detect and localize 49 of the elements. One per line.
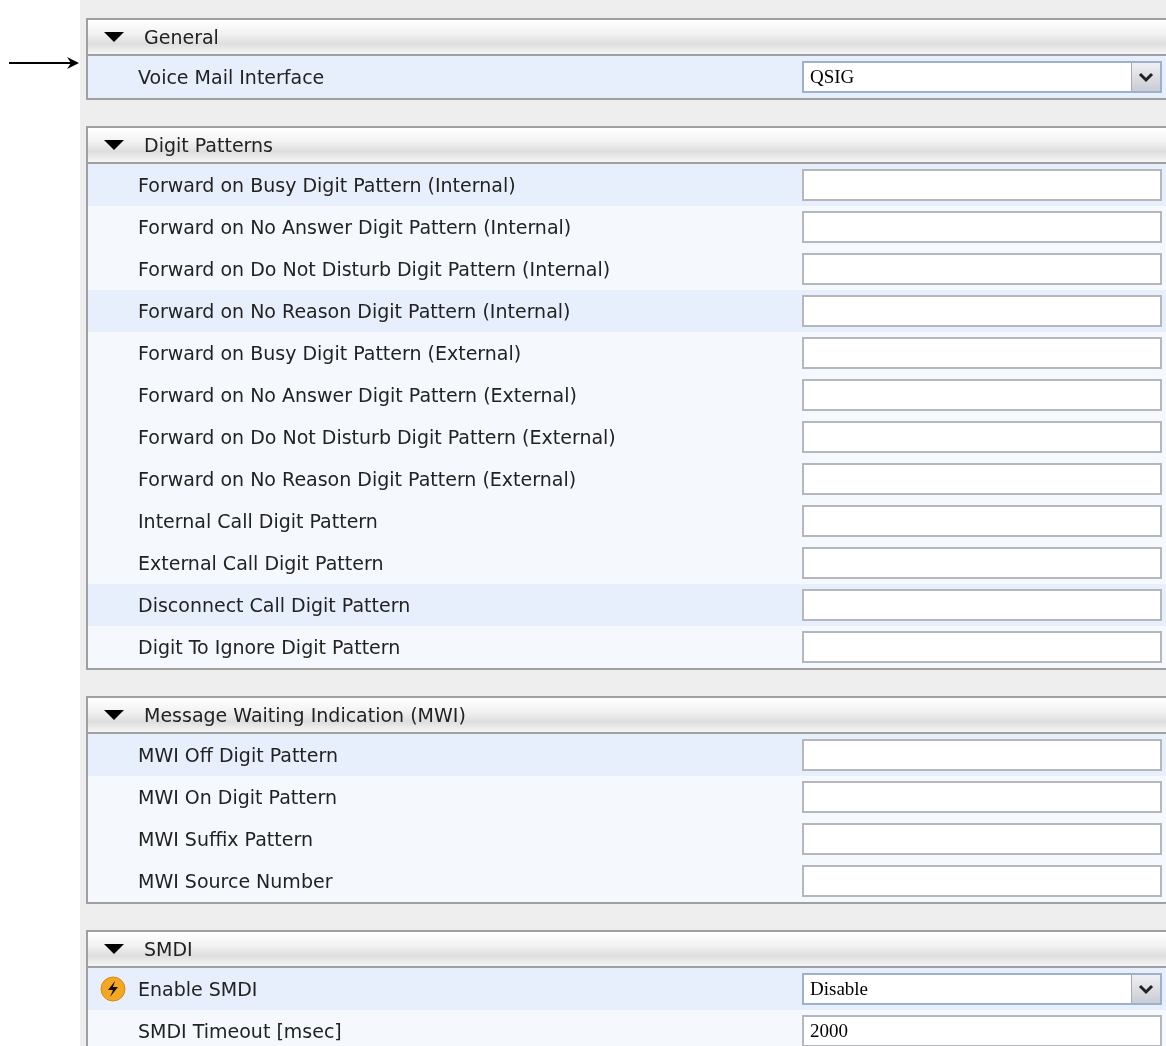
field-label: SMDI Timeout [msec] [138, 1020, 343, 1042]
field-label: Enable SMDI [138, 978, 259, 1000]
caret-icon [104, 710, 124, 720]
input-field[interactable] [802, 463, 1162, 495]
input-field[interactable] [802, 169, 1162, 201]
chevron-down-icon [1138, 983, 1154, 995]
input-field[interactable] [802, 337, 1162, 369]
input-field[interactable] [802, 505, 1162, 537]
input-field[interactable] [802, 379, 1162, 411]
section-header[interactable]: Digit Patterns [88, 128, 1166, 164]
field-label: External Call Digit Pattern [138, 552, 385, 574]
input-field[interactable] [802, 823, 1162, 855]
input-field[interactable] [802, 865, 1162, 897]
field-label: Digit To Ignore Digit Pattern [138, 636, 402, 658]
field-label: Forward on Do Not Disturb Digit Pattern (Internal) [138, 258, 612, 280]
section-header[interactable]: Message Waiting Indication (MWI) [88, 698, 1166, 734]
dropdown[interactable]: Disable [802, 973, 1162, 1005]
input-field[interactable]: 2000 [802, 1015, 1162, 1046]
field-label: MWI On Digit Pattern [138, 786, 338, 808]
input-field[interactable] [802, 631, 1162, 663]
field-label: Voice Mail Interface [138, 66, 326, 88]
input-field[interactable] [802, 547, 1162, 579]
input-field[interactable] [802, 781, 1162, 813]
section-header[interactable]: SMDI [88, 932, 1166, 968]
field-label: Forward on No Answer Digit Pattern (External) [138, 384, 578, 406]
chevron-down-icon [1138, 71, 1154, 83]
caret-icon [104, 32, 124, 42]
field-label: Internal Call Digit Pattern [138, 510, 379, 532]
field-label: Disconnect Call Digit Pattern [138, 594, 412, 616]
caret-icon [104, 944, 124, 954]
caret-icon [104, 140, 124, 150]
field-label: MWI Off Digit Pattern [138, 744, 339, 766]
field-label: Forward on Do Not Disturb Digit Pattern (External) [138, 426, 617, 448]
field-label: MWI Source Number [138, 870, 334, 892]
input-field[interactable] [802, 211, 1162, 243]
input-field[interactable] [802, 295, 1162, 327]
input-field[interactable] [802, 253, 1162, 285]
field-label: MWI Suffix Pattern [138, 828, 314, 850]
input-field[interactable] [802, 421, 1162, 453]
section-header[interactable]: General [88, 20, 1166, 56]
dropdown[interactable]: QSIG [802, 61, 1162, 93]
field-label: Forward on Busy Digit Pattern (External) [138, 342, 523, 364]
input-field[interactable] [802, 589, 1162, 621]
arrow-icon [9, 56, 79, 70]
input-field[interactable] [802, 739, 1162, 771]
field-label: Forward on No Reason Digit Pattern (External) [138, 468, 578, 490]
field-label: Forward on No Answer Digit Pattern (Internal) [138, 216, 573, 238]
field-label: Forward on No Reason Digit Pattern (Internal) [138, 300, 572, 322]
field-label: Forward on Busy Digit Pattern (Internal) [138, 174, 517, 196]
